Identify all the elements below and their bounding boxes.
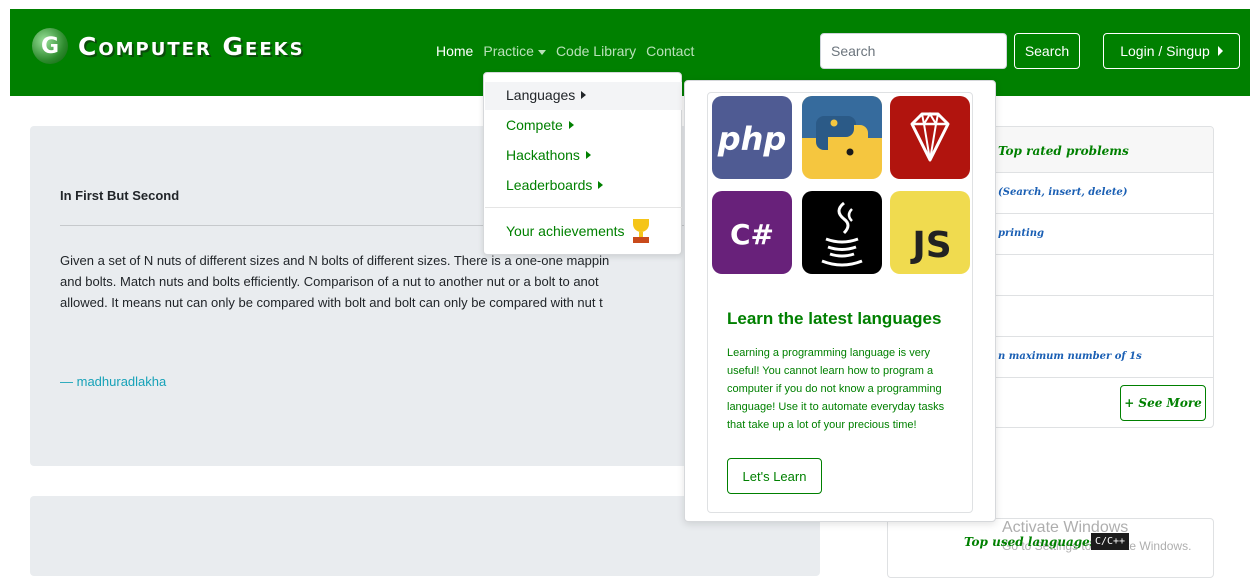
search-button[interactable]: Search — [1014, 33, 1080, 69]
javascript-icon[interactable]: JS — [890, 191, 970, 274]
login-button-label: Login / Singup — [1120, 43, 1210, 59]
lets-learn-button[interactable]: Let's Learn — [727, 458, 822, 494]
quote-line: allowed. It means nut can only be compar… — [60, 295, 603, 310]
caret-right-icon — [585, 151, 591, 159]
quote-title: In First But Second — [60, 188, 180, 203]
languages-panel-description: Learning a programming language is very … — [727, 347, 945, 431]
brand-logo-icon: G — [32, 28, 68, 64]
menu-item-compete[interactable]: Compete — [506, 117, 574, 133]
login-button[interactable]: Login / Singup — [1103, 33, 1240, 69]
menu-item-label: Languages — [506, 87, 576, 103]
menu-item-label: Leaderboards — [506, 177, 593, 193]
quote-line: and bolts. Match nuts and bolts efficien… — [60, 274, 599, 289]
languages-card: php C# JS Learn the latest languages Lea… — [707, 92, 973, 513]
see-more-button[interactable]: + See More — [1120, 385, 1206, 421]
menu-item-languages[interactable]: Languages — [506, 87, 587, 103]
menu-item-achievements[interactable]: Your achievements — [506, 219, 651, 243]
nav-contact[interactable]: Contact — [646, 43, 694, 59]
top-languages-title: Top used languages — [964, 535, 1097, 549]
caret-right-icon — [598, 181, 604, 189]
languages-panel-title: Learn the latest languages — [727, 309, 942, 328]
search-input[interactable] — [820, 33, 1007, 69]
caret-right-icon — [581, 91, 587, 99]
nav-practice-label: Practice — [483, 43, 534, 59]
menu-item-label: Compete — [506, 117, 563, 133]
ruby-icon[interactable] — [890, 96, 970, 179]
languages-panel: php C# JS Learn the latest languages Lea… — [684, 80, 996, 522]
caret-right-icon — [568, 121, 574, 129]
php-icon-label: php — [717, 120, 787, 158]
quote-body: Given a set of N nuts of different sizes… — [60, 250, 690, 313]
caret-right-icon — [1217, 46, 1223, 56]
practice-dropdown: Languages Compete Hackathons Leaderboard… — [483, 72, 682, 255]
menu-item-label: Your achievements — [506, 223, 625, 239]
csharp-icon-label: C# — [730, 218, 774, 251]
brand-name: Computer Geeks — [78, 31, 305, 61]
menu-item-hackathons[interactable]: Hackathons — [506, 147, 591, 163]
chevron-down-icon — [537, 49, 546, 55]
php-icon[interactable]: php — [712, 96, 792, 179]
nav-code-library[interactable]: Code Library — [556, 43, 636, 59]
menu-item-leaderboards[interactable]: Leaderboards — [506, 177, 604, 193]
python-icon[interactable] — [802, 96, 882, 179]
trophy-icon — [631, 219, 651, 243]
language-badge[interactable]: C/C++ — [1091, 533, 1129, 550]
dropdown-divider — [485, 207, 682, 208]
js-icon-label: JS — [909, 225, 951, 266]
brand[interactable]: G Computer Geeks — [32, 28, 305, 64]
menu-item-label: Hackathons — [506, 147, 580, 163]
nav-links: Home Practice Code Library Contact — [436, 43, 694, 59]
java-icon[interactable] — [802, 191, 882, 274]
csharp-icon[interactable]: C# — [712, 191, 792, 274]
nav-home[interactable]: Home — [436, 43, 473, 59]
nav-practice[interactable]: Practice — [483, 43, 546, 59]
quote-author[interactable]: — madhuradlakha — [60, 374, 166, 389]
